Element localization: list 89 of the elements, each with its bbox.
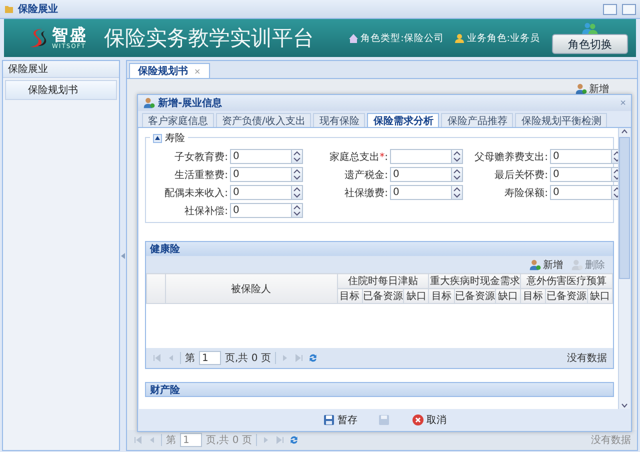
dialog-tab[interactable]: 保险需求分析 bbox=[367, 113, 440, 127]
number-field[interactable]: 0 bbox=[230, 185, 291, 200]
page-number-field[interactable]: 1 bbox=[199, 351, 221, 365]
cancel-button[interactable]: 取消 bbox=[408, 412, 450, 428]
business-role: 业务角色:业务员 bbox=[466, 32, 540, 44]
number-field[interactable] bbox=[390, 149, 451, 164]
spinner-button[interactable] bbox=[291, 149, 303, 164]
field-label: 父母赡养费支出: bbox=[474, 150, 548, 164]
field-label: 最后关怀费: bbox=[494, 168, 548, 182]
users-icon bbox=[575, 83, 587, 95]
role-type: 角色类型:保险公司 bbox=[360, 32, 444, 44]
scroll-up-icon[interactable] bbox=[620, 128, 629, 136]
maximize-button[interactable] bbox=[622, 4, 636, 14]
fieldset-legend: 寿险 bbox=[165, 131, 185, 145]
column-header: 目标 bbox=[520, 288, 546, 304]
column-header: 已备资源 bbox=[454, 288, 496, 304]
minimize-button[interactable] bbox=[603, 4, 617, 14]
column-group-header: 重大疾病时现金需求 bbox=[428, 274, 521, 288]
number-field[interactable]: 0 bbox=[230, 149, 291, 164]
window-title: 保险展业 bbox=[18, 2, 58, 16]
collapse-toggle[interactable] bbox=[153, 134, 162, 142]
content-tab[interactable]: 保险规划书 × bbox=[129, 63, 210, 78]
users-icon bbox=[529, 258, 541, 270]
field-label: 社保补偿: bbox=[184, 204, 228, 218]
column-header: 缺口 bbox=[496, 288, 521, 304]
field-label: 寿险保额: bbox=[504, 186, 548, 200]
column-header: 目标 bbox=[337, 288, 362, 304]
column-header: 已备资源 bbox=[362, 288, 404, 304]
spinner-button[interactable] bbox=[451, 167, 463, 182]
number-field[interactable]: 0 bbox=[550, 185, 611, 200]
column-group-header: 意外伤害医疗预算 bbox=[520, 274, 612, 288]
number-field[interactable]: 0 bbox=[550, 149, 611, 164]
cancel-icon bbox=[412, 414, 424, 426]
number-field[interactable]: 0 bbox=[390, 185, 451, 200]
add-button[interactable]: 新增 bbox=[527, 258, 565, 272]
panel-header: 健康险 bbox=[146, 242, 613, 256]
platform-title: 保险实务教学实训平台 bbox=[104, 25, 314, 52]
column-header: 已备资源 bbox=[546, 288, 588, 304]
dialog-tab[interactable]: 资产负债/收入支出 bbox=[216, 113, 312, 127]
sidebar-item[interactable]: 保险规划书 bbox=[5, 80, 117, 100]
dialog-tab[interactable]: 客户家庭信息 bbox=[142, 113, 214, 127]
folder-icon bbox=[4, 4, 14, 14]
column-group-header: 住院时每日津贴 bbox=[337, 274, 429, 288]
pager-status: 没有数据 bbox=[567, 352, 607, 365]
field-label: 子女教育费: bbox=[174, 150, 228, 164]
logo-name: 智盛 bbox=[52, 26, 88, 42]
spinner-button[interactable] bbox=[451, 149, 463, 164]
number-field[interactable]: 0 bbox=[550, 167, 611, 182]
page-label: 第 bbox=[185, 352, 195, 365]
pager-status: 没有数据 bbox=[591, 434, 631, 447]
panel-header: 财产险 bbox=[145, 382, 614, 397]
number-field[interactable]: 0 bbox=[230, 203, 291, 218]
field-label: 家庭总支出*: bbox=[330, 150, 388, 164]
field-label: 遗产税金: bbox=[344, 168, 388, 182]
field-label: 生活重整费: bbox=[174, 168, 228, 182]
add-button[interactable]: 新增 bbox=[573, 82, 611, 96]
refresh-icon[interactable] bbox=[288, 435, 299, 445]
column-header: 缺口 bbox=[404, 288, 429, 304]
logo-icon bbox=[28, 27, 48, 49]
page-count: 页,共 0 页 bbox=[206, 434, 252, 447]
page-count: 页,共 0 页 bbox=[225, 352, 271, 365]
page-number-field[interactable]: 1 bbox=[180, 433, 202, 447]
spinner-button[interactable] bbox=[291, 203, 303, 218]
dialog-title: 新增-展业信息 bbox=[158, 96, 222, 110]
save-icon bbox=[322, 414, 334, 426]
page-label: 第 bbox=[166, 434, 176, 447]
switch-role-button[interactable]: 角色切换 bbox=[552, 34, 628, 54]
refresh-icon[interactable] bbox=[308, 353, 318, 363]
sidebar-group[interactable]: 保险展业 bbox=[3, 61, 119, 78]
spinner-button[interactable] bbox=[291, 167, 303, 182]
column-header: 被保险人 bbox=[165, 274, 338, 304]
field-label: 社保缴费: bbox=[344, 186, 388, 200]
field-label: 配偶未来收入: bbox=[164, 186, 228, 200]
dialog-tab[interactable]: 保险规划平衡检测 bbox=[515, 113, 608, 127]
scrollbar-thumb[interactable] bbox=[619, 137, 630, 279]
number-field[interactable]: 0 bbox=[230, 167, 291, 182]
spinner-button[interactable] bbox=[451, 185, 463, 200]
dialog-tab[interactable]: 保险产品推荐 bbox=[441, 113, 514, 127]
save-button[interactable]: 暂存 bbox=[320, 412, 360, 428]
users-icon bbox=[571, 258, 583, 270]
tab-label[interactable]: 保险规划书 bbox=[138, 64, 188, 78]
scroll-down-icon[interactable] bbox=[620, 401, 629, 409]
user-icon bbox=[454, 32, 465, 44]
number-field[interactable]: 0 bbox=[390, 167, 451, 182]
dialog-tab[interactable]: 现有保险 bbox=[313, 113, 366, 127]
house-icon bbox=[348, 32, 359, 44]
save-icon bbox=[378, 414, 390, 426]
users-icon bbox=[143, 97, 155, 109]
spinner-button[interactable] bbox=[291, 185, 303, 200]
